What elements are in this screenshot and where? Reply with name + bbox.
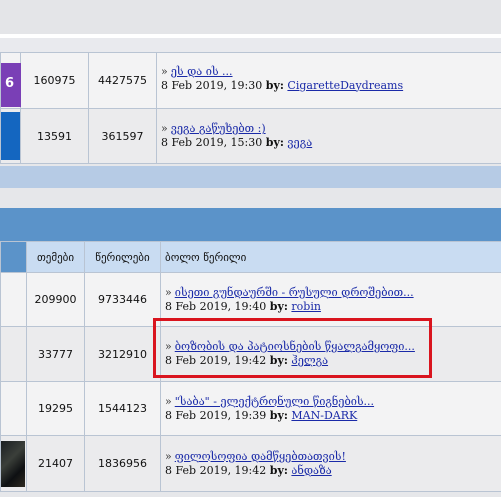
- category-header-bar[interactable]: [0, 208, 501, 241]
- forum-icon-cell: [0, 272, 27, 327]
- header-topics: თემები: [26, 241, 85, 273]
- arrow-icon: »: [161, 64, 168, 78]
- by-label: by:: [269, 463, 288, 477]
- table-row: 21407 1836956 » ფილოსოფია დამწყებთათვის! …: [0, 435, 501, 492]
- topics-count: 13591: [20, 108, 89, 164]
- header-last-post: ბოლო წერილი: [160, 241, 501, 273]
- header-spacer: [0, 241, 27, 273]
- topics-count: 160975: [20, 52, 89, 109]
- arrow-icon: »: [161, 122, 168, 135]
- topics-count: 209900: [26, 272, 85, 327]
- top-bar: [0, 0, 501, 34]
- post-date: 8 Feb 2019, 19:30: [161, 78, 263, 92]
- forum-icon: 6: [1, 62, 21, 107]
- last-post-cell: » ფილოსოფია დამწყებთათვის! 8 Feb 2019, 19…: [160, 435, 501, 492]
- post-date: 8 Feb 2019, 19:40: [165, 299, 267, 313]
- last-post-link[interactable]: ფილოსოფია დამწყებთათვის!: [175, 450, 346, 463]
- by-label: by:: [269, 299, 288, 313]
- by-label: by:: [265, 136, 284, 149]
- by-label: by:: [265, 78, 284, 92]
- highlight-box: [153, 318, 432, 378]
- header-posts: წერილები: [84, 241, 161, 273]
- posts-count: 3212910: [84, 326, 161, 382]
- last-post-cell: » ეს და ის ... 8 Feb 2019, 19:30 by: Ciga…: [156, 52, 501, 109]
- section-gap: [0, 188, 501, 208]
- post-author-link[interactable]: ვეგა: [287, 136, 312, 149]
- post-author-link[interactable]: robin: [291, 300, 321, 313]
- arrow-icon: »: [165, 449, 172, 463]
- by-label: by:: [269, 408, 288, 422]
- forum-icon-cell: [0, 381, 27, 436]
- arrow-icon: »: [165, 285, 172, 299]
- last-post-link[interactable]: ეს და ის ...: [171, 65, 233, 78]
- last-post-link[interactable]: ვეგა გაწუხებთ :): [171, 122, 266, 135]
- posts-count: 1836956: [84, 435, 161, 492]
- forum-table-top: 6 160975 4427575 » ეს და ის ... 8 Feb 201…: [0, 52, 501, 164]
- forum-icon-cell: 6: [0, 52, 21, 109]
- forum-icon: [1, 112, 21, 160]
- forum-icon-cell: [0, 435, 27, 492]
- topics-count: 21407: [26, 435, 85, 492]
- post-date: 8 Feb 2019, 19:39: [165, 408, 267, 422]
- icon-badge: 6: [5, 75, 15, 91]
- posts-count: 1544123: [84, 381, 161, 436]
- arrow-icon: »: [165, 394, 172, 408]
- topics-count: 33777: [26, 326, 85, 382]
- last-post-link[interactable]: "საბა" - ელექტრონული წიგნების...: [175, 395, 374, 408]
- topics-count: 19295: [26, 381, 85, 436]
- post-author-link[interactable]: MAN-DARK: [291, 409, 357, 422]
- last-post-link[interactable]: ისეთი გუნდაურში - რუსული დროშებით...: [175, 286, 414, 299]
- forum-icon-cell: [0, 108, 21, 164]
- post-author-link[interactable]: ანდაზა: [291, 464, 331, 477]
- posts-count: 361597: [88, 108, 157, 164]
- section-footer-bar: [0, 166, 501, 188]
- last-post-cell: » ვეგა გაწუხებთ :) 8 Feb 2019, 15:30 by: …: [156, 108, 501, 164]
- post-date: 8 Feb 2019, 19:42: [165, 463, 267, 477]
- table-row: 6 160975 4427575 » ეს და ის ... 8 Feb 201…: [0, 52, 501, 109]
- forum-thumbnail: [1, 440, 25, 487]
- forum-icon-cell: [0, 326, 27, 382]
- post-date: 8 Feb 2019, 15:30: [161, 136, 263, 149]
- posts-count: 9733446: [84, 272, 161, 327]
- table-row: 19295 1544123 » "საბა" - ელექტრონული წიგნ…: [0, 381, 501, 436]
- posts-count: 4427575: [88, 52, 157, 109]
- table-header-row: თემები წერილები ბოლო წერილი: [0, 241, 501, 273]
- table-row: 13591 361597 » ვეგა გაწუხებთ :) 8 Feb 201…: [0, 108, 501, 164]
- post-author-link[interactable]: CigaretteDaydreams: [287, 79, 403, 92]
- last-post-cell: » "საბა" - ელექტრონული წიგნების... 8 Feb …: [160, 381, 501, 436]
